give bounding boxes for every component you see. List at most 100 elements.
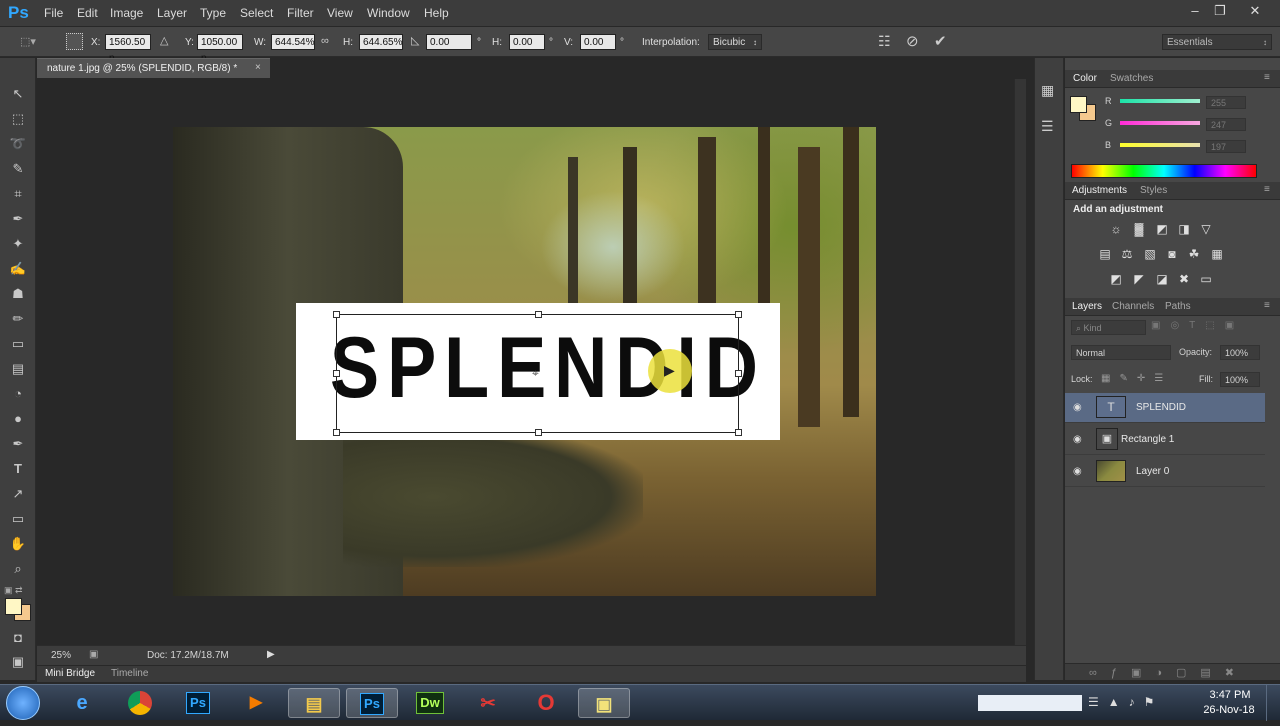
crop-tool-icon[interactable]: ⌗ xyxy=(6,184,30,204)
screen-mode-icon[interactable]: ▣ xyxy=(6,652,30,672)
menu-select[interactable]: Select xyxy=(240,6,273,20)
visibility-eye-icon[interactable]: ◉ xyxy=(1073,466,1082,477)
tab-adjustments[interactable]: Adjustments xyxy=(1072,185,1127,196)
tab-timeline[interactable]: Timeline xyxy=(111,668,148,679)
restore-icon[interactable]: ❐ xyxy=(1209,2,1231,20)
export-icon[interactable]: ▣ xyxy=(89,649,98,660)
exposure-icon[interactable]: ◨ xyxy=(1176,222,1192,236)
layer-row-splendid[interactable]: ◉ T SPLENDID xyxy=(1065,393,1265,423)
foreground-color-swatch[interactable] xyxy=(1070,96,1087,113)
tab-styles[interactable]: Styles xyxy=(1140,185,1167,196)
transform-center-icon[interactable]: ⌖ xyxy=(532,366,539,381)
clone-stamp-tool-icon[interactable]: ☗ xyxy=(6,284,30,304)
menu-help[interactable]: Help xyxy=(424,6,449,20)
system-tray-icons[interactable]: ☰▲♪⚑ xyxy=(1088,695,1163,709)
status-menu-arrow-icon[interactable]: ▶ xyxy=(267,649,275,660)
pen-tool-icon[interactable]: ✒ xyxy=(6,434,30,454)
gradient-tool-icon[interactable]: ▤ xyxy=(6,359,30,379)
tab-layers[interactable]: Layers xyxy=(1072,301,1102,312)
dodge-tool-icon[interactable]: ● xyxy=(6,409,30,429)
width-field[interactable]: 644.54% xyxy=(271,34,315,50)
black-white-icon[interactable]: ▧ xyxy=(1142,247,1158,261)
workspace-select[interactable]: Essentials ↕ xyxy=(1162,34,1272,50)
red-slider[interactable] xyxy=(1120,99,1200,103)
panel-menu-icon[interactable]: ≡ xyxy=(1264,72,1270,83)
warp-icon[interactable]: ☷ xyxy=(878,33,891,50)
history-brush-tool-icon[interactable]: ✏ xyxy=(6,309,30,329)
healing-brush-tool-icon[interactable]: ✦ xyxy=(6,234,30,254)
history-panel-icon[interactable]: ▦ xyxy=(1041,82,1054,99)
lasso-tool-icon[interactable]: ➰ xyxy=(6,134,30,154)
height-field[interactable]: 644.65% xyxy=(359,34,403,50)
photoshop-taskbar-icon[interactable]: Ps xyxy=(172,688,224,718)
marquee-tool-icon[interactable]: ⬚ xyxy=(6,109,30,129)
channel-mixer-icon[interactable]: ☘ xyxy=(1186,247,1202,261)
color-lookup-icon[interactable]: ▦ xyxy=(1209,247,1225,261)
clock-date[interactable]: 26-Nov-18 xyxy=(1198,704,1260,716)
visibility-eye-icon[interactable]: ◉ xyxy=(1073,402,1082,413)
menu-edit[interactable]: Edit xyxy=(77,6,98,20)
y-field[interactable]: 1050.00 p xyxy=(197,34,243,64)
color-spectrum-bar[interactable] xyxy=(1071,164,1257,178)
properties-panel-icon[interactable]: ☰ xyxy=(1041,118,1054,135)
move-tool-icon[interactable]: ↖ xyxy=(6,84,30,104)
panel-menu-icon[interactable]: ≡ xyxy=(1264,300,1270,311)
blur-tool-icon[interactable]: ◔ xyxy=(6,384,30,404)
interpolation-select[interactable]: Bicubic ↕ xyxy=(708,34,762,50)
transform-handle[interactable] xyxy=(535,429,542,436)
x-field[interactable]: 1560.50 p xyxy=(105,34,151,64)
levels-icon[interactable]: ▓ xyxy=(1131,222,1147,236)
hue-saturation-icon[interactable]: ▤ xyxy=(1097,247,1113,261)
threshold-icon[interactable]: ◪ xyxy=(1154,272,1170,286)
brush-tool-icon[interactable]: ✍ xyxy=(6,259,30,279)
zoom-level[interactable]: 25% xyxy=(51,650,71,661)
panel-menu-icon[interactable]: ≡ xyxy=(1264,184,1270,195)
document-tab[interactable]: nature 1.jpg @ 25% (SPLENDID, RGB/8) * × xyxy=(37,58,270,78)
zoom-tool-icon[interactable]: ⌕ xyxy=(6,559,30,579)
hskew-field[interactable]: 0.00 xyxy=(509,34,545,50)
fill-field[interactable]: 100% xyxy=(1220,372,1260,387)
invert-icon[interactable]: ◩ xyxy=(1108,272,1124,286)
green-value[interactable]: 247 xyxy=(1206,118,1246,131)
close-tab-icon[interactable]: × xyxy=(255,62,261,73)
vskew-field[interactable]: 0.00 xyxy=(580,34,616,50)
shape-tool-icon[interactable]: ▭ xyxy=(6,509,30,529)
transform-handle[interactable] xyxy=(735,311,742,318)
tab-channels[interactable]: Channels xyxy=(1112,301,1154,312)
photoshop-active-icon[interactable]: Ps xyxy=(346,688,398,718)
layer-row-layer0[interactable]: ◉ Layer 0 xyxy=(1065,457,1265,487)
file-explorer-icon[interactable]: ▤ xyxy=(288,688,340,718)
link-icon[interactable]: ∞ xyxy=(321,35,329,47)
acrobat-icon[interactable]: ✂ xyxy=(462,688,514,718)
chrome-icon[interactable] xyxy=(114,688,166,718)
transform-handle[interactable] xyxy=(333,311,340,318)
dreamweaver-icon[interactable]: Dw xyxy=(404,688,456,718)
path-selection-tool-icon[interactable]: ↗ xyxy=(6,484,30,504)
layer-filter-select[interactable]: ⌕ Kind xyxy=(1071,320,1146,335)
menu-image[interactable]: Image xyxy=(110,6,143,20)
opacity-field[interactable]: 100% xyxy=(1220,345,1260,360)
foreground-color-swatch[interactable] xyxy=(5,598,22,615)
default-colors-icon[interactable]: ▣ ⇄ xyxy=(4,585,23,596)
selective-color-icon[interactable]: ✖ xyxy=(1176,272,1192,286)
transform-handle[interactable] xyxy=(535,311,542,318)
blue-slider[interactable] xyxy=(1120,143,1200,147)
lock-icons[interactable]: ▦✎✛☰ xyxy=(1101,373,1172,384)
red-value[interactable]: 255 xyxy=(1206,96,1246,109)
menu-window[interactable]: Window xyxy=(367,6,410,20)
folder-icon[interactable]: ▣ xyxy=(578,688,630,718)
quick-mask-icon[interactable]: ◘ xyxy=(6,628,30,648)
menu-file[interactable]: File xyxy=(44,6,63,20)
transform-handle[interactable] xyxy=(333,370,340,377)
brightness-contrast-icon[interactable]: ☼ xyxy=(1108,222,1124,236)
eyedropper-tool-icon[interactable]: ✒ xyxy=(6,209,30,229)
blue-value[interactable]: 197 xyxy=(1206,140,1246,153)
minimize-icon[interactable]: – xyxy=(1184,2,1206,20)
layer-footer-icons[interactable]: ∞ƒ▣◑▢▤✖ xyxy=(1089,666,1248,679)
show-desktop-button[interactable] xyxy=(1266,685,1280,721)
vertical-scrollbar[interactable] xyxy=(1014,79,1026,645)
tab-mini-bridge[interactable]: Mini Bridge xyxy=(45,668,95,679)
opera-icon[interactable]: O xyxy=(520,688,572,718)
transform-tool-icon[interactable]: ⬚▾ xyxy=(20,35,36,48)
menu-filter[interactable]: Filter xyxy=(287,6,314,20)
